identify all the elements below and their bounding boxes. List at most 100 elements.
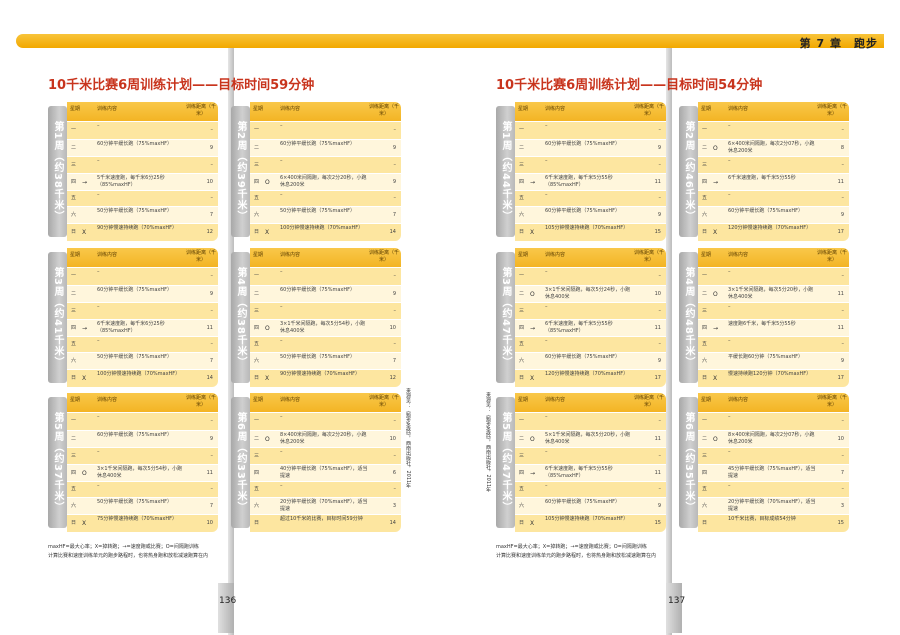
plan-title: 10千米比赛6周训练计划——目标时间59分钟: [48, 78, 315, 93]
row-distance: –: [393, 195, 397, 201]
header-content: 训练内容: [545, 252, 566, 258]
row-content: 6×400米间隔跑，每次2分20秒，小跑休息200米: [280, 175, 367, 188]
row-distance: –: [841, 161, 845, 168]
row-day: 日: [71, 228, 77, 235]
row-distance: –: [393, 452, 397, 459]
row-day: 五: [519, 341, 525, 347]
row-day: 一: [519, 418, 525, 424]
row-content: 60分钟平缓长跑（75%maxHF）: [280, 141, 356, 147]
footnote-line: 计算比赛和速度训练单元的跑步路程时，也将热身跑和放松减速跑算在内: [496, 553, 657, 559]
table-row: 六 50分钟平缓长跑（75%maxHF） 7: [67, 497, 218, 515]
table-row: 五 – –: [515, 481, 666, 498]
row-content: –: [97, 192, 100, 198]
row-day: 三: [254, 307, 260, 314]
header-content: 训练内容: [97, 106, 118, 112]
header-distance: 训练距离（千米）: [185, 250, 216, 263]
table-row: 一 – –: [250, 121, 401, 140]
table-row: 六 60分钟平缓长跑（75%maxHF） 9: [515, 497, 666, 515]
table-row: 五 – –: [515, 336, 666, 353]
table-header: 星期 训练内容 训练距离（千米）: [67, 248, 218, 267]
table-row: 六 60分钟平缓长跑（75%maxHF） 9: [515, 206, 666, 224]
row-content: 90分钟慢速持续跑（70%maxHF）: [280, 371, 361, 377]
row-distance: 10: [654, 290, 661, 297]
table-row: 三 – –: [515, 302, 666, 320]
row-distance: –: [841, 341, 845, 347]
row-distance: 6: [392, 469, 396, 476]
row-content: –: [97, 449, 100, 455]
row-content: –: [728, 192, 731, 198]
row-day: 四: [702, 469, 708, 476]
header-distance: 训练距离（千米）: [816, 395, 847, 408]
table-row: 日 X 慢速持续跑120分钟（70%maxHF） 17: [698, 369, 849, 387]
row-content: –: [545, 158, 548, 164]
row-content: 超过10千米的比赛，目标时间59分钟: [280, 516, 363, 522]
header-content: 训练内容: [97, 397, 118, 403]
row-content: 50分钟平缓长跑（75%maxHF）: [97, 354, 173, 360]
week-label: 第5周（约37千米）: [52, 412, 63, 513]
table-row: 日 X 75分钟慢速持续跑（70%maxHF） 10: [67, 514, 218, 532]
row-content: 20分钟平缓长跑（70%maxHF），适当提速: [728, 499, 816, 512]
row-content: 6×400米间隔跑，每次2分07秒，小跑休息200米: [728, 141, 815, 154]
week-table: 第5周（约47千米） 星期 训练内容 训练距离（千米） 一 – – 二 O 5×1千米间隔跑，每次…: [496, 393, 666, 532]
row-day: 五: [519, 195, 525, 201]
header-day: 星期: [253, 397, 264, 403]
row-day: 三: [702, 161, 708, 168]
table-row: 三 – –: [698, 447, 849, 465]
table-row: 日 X 105分钟慢速持续跑（70%maxHF） 15: [515, 223, 666, 241]
week-table: 第1周（约38千米） 星期 训练内容 训练距离（千米） 一 – – 二 60分钟平缓长跑（75%…: [48, 102, 218, 241]
row-day: 三: [702, 452, 708, 459]
row-day: 日: [702, 519, 708, 526]
row-day: 二: [519, 144, 525, 151]
table-row: 一 – –: [515, 412, 666, 431]
row-distance: 15: [837, 519, 844, 526]
table-row: 三 – –: [698, 302, 849, 320]
row-distance: –: [210, 486, 214, 492]
week-label: 第6周（约33千米）: [235, 412, 246, 513]
row-day: 四: [519, 324, 525, 331]
row-distance: –: [210, 341, 214, 347]
table-row: 日 X 100分钟慢速持续跑（70%maxHF） 14: [250, 223, 401, 241]
row-day: 五: [254, 195, 260, 201]
row-distance: –: [210, 161, 214, 168]
row-day: 四: [254, 178, 260, 185]
table-row: 一 – –: [67, 267, 218, 286]
header-content: 训练内容: [280, 252, 301, 258]
row-content: 6千米速度跑，每千米5分55秒: [728, 175, 796, 181]
row-distance: 7: [392, 357, 396, 364]
row-content: 50分钟平缓长跑（75%maxHF）: [97, 499, 173, 505]
row-day: 三: [71, 161, 77, 168]
header-distance: 训练距离（千米）: [816, 104, 847, 117]
table-row: 五 – –: [250, 190, 401, 207]
row-content: 120分钟慢速持续跑（70%maxHF）: [728, 225, 812, 231]
header-day: 星期: [701, 106, 712, 112]
table-row: 五 – –: [698, 481, 849, 498]
row-day: 四: [702, 324, 708, 331]
row-content: –: [728, 414, 731, 420]
row-content: 3×1千米间隔跑，每次5分54秒，小跑休息400米: [280, 321, 366, 334]
row-distance: 9: [657, 357, 661, 364]
row-distance: 15: [654, 519, 661, 526]
row-distance: –: [658, 418, 662, 424]
row-day: 日: [519, 519, 525, 526]
row-distance: –: [841, 195, 845, 201]
header-distance: 训练距离（千米）: [185, 395, 216, 408]
table-row: 一 – –: [67, 412, 218, 431]
row-day: 二: [702, 144, 708, 151]
row-content: –: [728, 123, 731, 129]
row-content: 60分钟平缓长跑（75%maxHF）: [97, 287, 173, 293]
row-content: –: [280, 304, 283, 310]
source-note: 来源见：《跑步圣经》，西南出版社，2011年: [405, 388, 411, 489]
week-table-body: 星期 训练内容 训练距离（千米） 一 – – 二 60分钟平缓长跑（75%maxHF） 9 三 – –…: [250, 102, 401, 241]
page-gutter-right: [666, 48, 672, 635]
row-content: –: [545, 338, 548, 344]
header-day: 星期: [70, 106, 81, 112]
week-label: 第2周（约39千米）: [235, 121, 246, 222]
table-header: 星期 训练内容 训练距离（千米）: [698, 248, 849, 267]
table-row: 日 X 100分钟慢速持续跑（70%maxHF） 14: [67, 369, 218, 387]
row-day: 六: [71, 502, 77, 509]
row-distance: 10: [389, 435, 396, 442]
row-distance: 9: [209, 435, 213, 442]
table-row: 三 – –: [698, 156, 849, 174]
week-table: 第2周（约46千米） 星期 训练内容 训练距离（千米） 一 – – 二 O 6×400米间隔跑，每…: [679, 102, 849, 241]
week-label: 第3周（约41千米）: [52, 267, 63, 368]
